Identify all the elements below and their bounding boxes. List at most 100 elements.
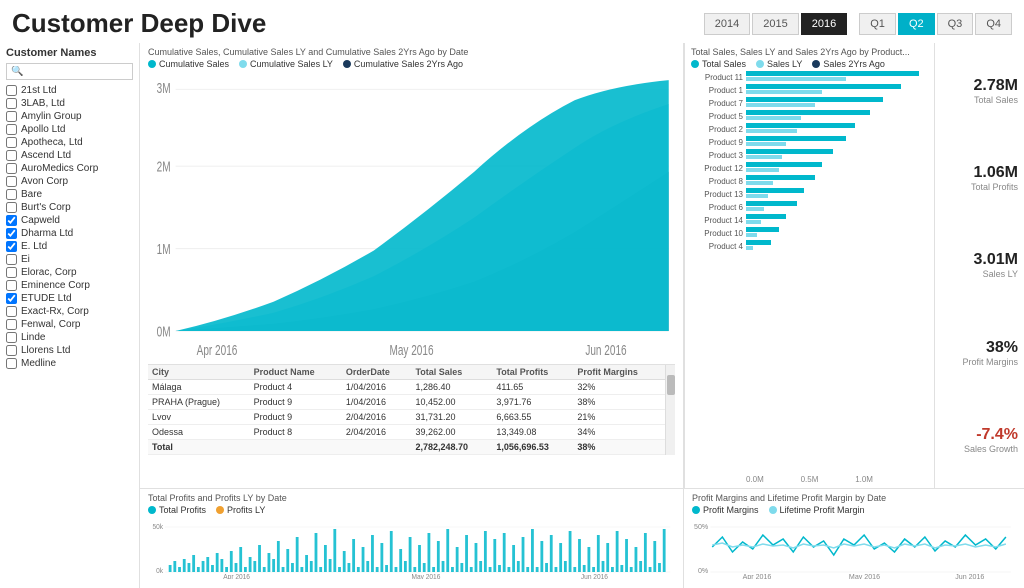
svg-text:0M: 0M — [157, 324, 171, 340]
customer-checkbox[interactable] — [6, 163, 17, 174]
table-total-cell — [250, 440, 342, 455]
customer-name: 3LAB, Ltd — [21, 98, 65, 109]
quarter-tab-q1[interactable]: Q1 — [859, 13, 896, 35]
legend-dot-lifetime — [769, 506, 777, 514]
table-body: MálagaProduct 41/04/20161,286.40411.6532… — [148, 380, 665, 455]
customer-name: Apotheca, Ltd — [21, 137, 83, 148]
year-tab-2015[interactable]: 2015 — [752, 13, 798, 35]
product-bar-row: Product 13 — [691, 188, 928, 200]
legend-dot-profits — [148, 506, 156, 514]
product-bar-label: Product 14 — [691, 216, 746, 225]
customer-name: Linde — [21, 332, 45, 343]
legend-cumulative-sales: Cumulative Sales — [148, 59, 229, 69]
product-bar-label: Product 3 — [691, 151, 746, 160]
kpi-total-sales: 2.78M Total Sales — [941, 77, 1018, 105]
product-bar-row: Product 14 — [691, 214, 928, 226]
product-x-label-1: 0.5M — [801, 475, 819, 484]
customer-name: Dharma Ltd — [21, 228, 73, 239]
col-product: Product Name — [250, 365, 342, 380]
product-bar-label: Product 7 — [691, 99, 746, 108]
customer-checkbox[interactable] — [6, 267, 17, 278]
col-date: OrderDate — [342, 365, 412, 380]
customer-checkbox[interactable] — [6, 228, 17, 239]
customer-checkbox[interactable] — [6, 98, 17, 109]
svg-text:May 2016: May 2016 — [849, 574, 880, 579]
table-scrollbar[interactable] — [665, 365, 675, 455]
product-bar-label: Product 13 — [691, 190, 746, 199]
col-city: City — [148, 365, 250, 380]
customer-checkbox[interactable] — [6, 202, 17, 213]
product-x-label-0: 0.0M — [746, 475, 764, 484]
legend-lifetime-margin: Lifetime Profit Margin — [769, 505, 865, 515]
customer-checkbox[interactable] — [6, 85, 17, 96]
customer-checkbox[interactable] — [6, 137, 17, 148]
product-total-bar — [746, 227, 779, 232]
product-bar-wrap — [746, 71, 928, 83]
customer-name: Ei — [21, 254, 30, 265]
quarter-tab-q3[interactable]: Q3 — [937, 13, 974, 35]
table-cell-city: Málaga — [148, 380, 250, 395]
customer-checkbox[interactable] — [6, 306, 17, 317]
product-legend: Total Sales Sales LY Sales 2Yrs Ago — [691, 59, 928, 69]
product-bar-label: Product 11 — [691, 73, 746, 82]
kpi-profit-margins-value: 38% — [941, 339, 1018, 357]
legend-dot-cumulative — [148, 60, 156, 68]
svg-text:50k: 50k — [152, 524, 163, 531]
product-bar-wrap — [746, 84, 928, 96]
quarter-tab-q2[interactable]: Q2 — [898, 13, 935, 35]
customer-checkbox[interactable] — [6, 319, 17, 330]
customer-checkbox[interactable] — [6, 358, 17, 369]
customer-sidebar: Customer Names 21st Ltd3LAB, LtdAmylin G… — [0, 43, 140, 588]
table-cell-margin: 38% — [573, 395, 665, 410]
product-bar-row: Product 12 — [691, 162, 928, 174]
margin-line-svg: 50% 0% Apr 2016 May 2016 Jun 2016 — [692, 517, 1016, 579]
search-input[interactable] — [6, 63, 133, 80]
product-bar-label: Product 6 — [691, 203, 746, 212]
svg-text:2M: 2M — [157, 159, 171, 175]
product-ly-bar — [746, 129, 797, 133]
product-bar-wrap — [746, 201, 928, 213]
customer-checkbox[interactable] — [6, 280, 17, 291]
kpi-total-sales-value: 2.78M — [941, 77, 1018, 95]
year-tab-2014[interactable]: 2014 — [704, 13, 750, 35]
legend-sales-ly: Sales LY — [756, 59, 802, 69]
product-bar-row: Product 4 — [691, 240, 928, 252]
legend-dot-ly — [239, 60, 247, 68]
customer-checkbox[interactable] — [6, 111, 17, 122]
cumulative-chart-area: 3M 2M 1M 0M — [148, 71, 675, 364]
customer-checkbox[interactable] — [6, 176, 17, 187]
customer-checkbox[interactable] — [6, 332, 17, 343]
table-cell-sales: 10,452.00 — [411, 395, 492, 410]
table-cell-city: Odessa — [148, 425, 250, 440]
customer-item: Ei — [6, 253, 133, 266]
customer-item: E. Ltd — [6, 240, 133, 253]
customer-name: Medline — [21, 358, 56, 369]
customer-checkbox[interactable] — [6, 345, 17, 356]
product-total-bar — [746, 188, 804, 193]
customer-checkbox[interactable] — [6, 150, 17, 161]
table-cell-margin: 34% — [573, 425, 665, 440]
customer-checkbox[interactable] — [6, 215, 17, 226]
kpi-sales-ly-label: Sales LY — [941, 269, 1018, 279]
customer-item: ETUDE Ltd — [6, 292, 133, 305]
margin-chart-title: Profit Margins and Lifetime Profit Margi… — [692, 493, 1016, 503]
customer-name: 21st Ltd — [21, 85, 57, 96]
year-tab-2016[interactable]: 2016 — [801, 13, 847, 35]
customer-list: 21st Ltd3LAB, LtdAmylin GroupApollo LtdA… — [6, 84, 133, 370]
product-total-bar — [746, 97, 883, 102]
product-ly-bar — [746, 155, 782, 159]
quarter-tab-q4[interactable]: Q4 — [975, 13, 1012, 35]
table-total-cell: 2,782,248.70 — [411, 440, 492, 455]
product-total-bar — [746, 123, 855, 128]
table-cell-sales: 39,262.00 — [411, 425, 492, 440]
product-bar-label: Product 5 — [691, 112, 746, 121]
customer-checkbox[interactable] — [6, 189, 17, 200]
customer-item: Fenwal, Corp — [6, 318, 133, 331]
customer-item: AuroMedics Corp — [6, 162, 133, 175]
customer-checkbox[interactable] — [6, 124, 17, 135]
table-total-cell: Total — [148, 440, 250, 455]
customer-checkbox[interactable] — [6, 293, 17, 304]
table-cell-date: 1/04/2016 — [342, 380, 412, 395]
customer-checkbox[interactable] — [6, 241, 17, 252]
customer-checkbox[interactable] — [6, 254, 17, 265]
